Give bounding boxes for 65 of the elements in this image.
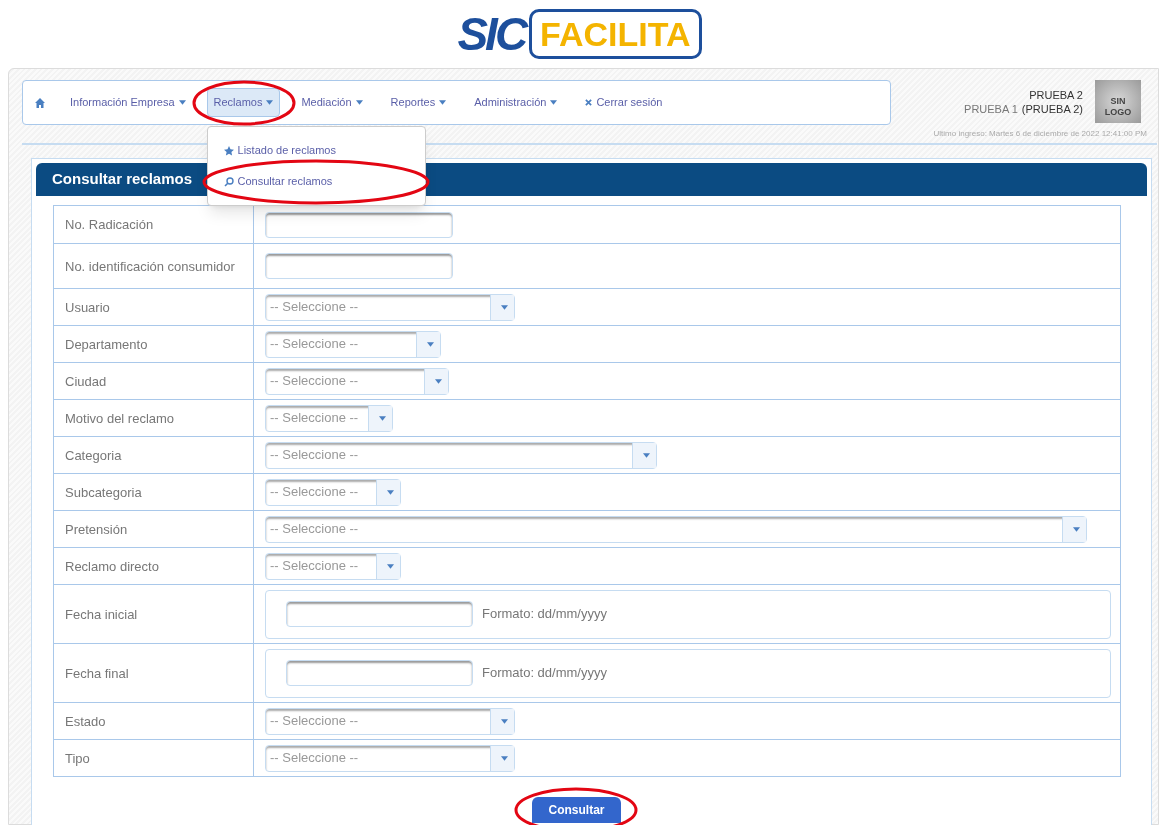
format-hint: Formato: dd/mm/yyyy [482,664,607,683]
caret-icon [501,718,508,724]
submit-button[interactable]: Consultar [532,797,621,823]
field-label: Pretensión [65,520,128,538]
select-field[interactable]: -- Seleccione -- [265,441,657,469]
nav-menu[interactable]: Administración [467,88,565,117]
format-hint: Formato: dd/mm/yyyy [482,605,607,624]
field-label: Fecha inicial [65,605,138,623]
select-field[interactable]: -- Seleccione -- [265,744,515,772]
caret-icon [550,100,558,105]
nav-menu[interactable]: Reclamos [206,88,281,117]
nav-menu[interactable]: Mediación [294,88,370,117]
menu-item[interactable]: Listado de reclamos [207,135,425,166]
logout-link[interactable]: Cerrar sesión [578,88,670,117]
caret-icon [501,304,508,310]
field-label: Reclamo directo [65,557,159,575]
card-title: Consultar reclamos [52,169,193,190]
search-icon [223,176,234,187]
select-field[interactable]: -- Seleccione -- [265,404,393,432]
field-label: Subcategoria [65,483,142,501]
caret-icon [501,755,508,761]
field-label: No. identificación consumidor [65,257,235,275]
field-label: Ciudad [65,372,107,390]
logo-text: FACILITA [529,9,702,59]
company-name: PRUEBA 1 [964,101,1018,116]
field-label: Departamento [65,335,148,353]
close-icon [585,99,593,106]
user-name: PRUEBA 2 [1029,87,1083,102]
date-field[interactable] [286,660,473,686]
star-icon [223,145,234,156]
caret-icon [643,452,650,458]
select-field[interactable]: -- Seleccione -- [265,330,441,358]
input-field[interactable] [265,253,453,279]
nav-menu[interactable]: Información Empresa [63,88,193,117]
select-field[interactable]: -- Seleccione -- [265,515,1087,543]
select-field[interactable]: -- Seleccione -- [265,367,449,395]
field-label: Estado [65,712,106,730]
caret-icon [379,415,386,421]
field-label: Categoria [65,446,122,464]
select-field[interactable]: -- Seleccione -- [265,552,401,580]
caret-icon [178,100,186,105]
nav-menu[interactable]: Reportes [383,88,454,117]
caret-icon [439,100,447,105]
caret-icon [435,378,442,384]
field-label: No. Radicación [65,216,154,233]
select-field[interactable]: -- Seleccione -- [265,293,515,321]
field-label: Tipo [65,749,90,767]
last-login-text: Ultimo ingreso: Martes 6 de diciembre de 2022 12:41:00 PM [933,128,1147,140]
date-field[interactable] [286,601,473,627]
logo-text: SIC [457,11,526,57]
field-label: Usuario [65,298,110,316]
select-field[interactable]: -- Seleccione -- [265,478,401,506]
caret-icon [266,100,274,105]
input-field[interactable] [265,211,453,238]
caret-icon [1073,526,1080,532]
caret-icon [355,100,363,105]
caret-icon [427,341,434,347]
caret-icon [387,489,394,495]
company-logo: SIN LOGO [1095,80,1141,123]
company-name: (PRUEBA 2) [1021,101,1083,116]
caret-icon [387,563,394,569]
field-label: Fecha final [65,664,129,682]
field-label: Motivo del reclamo [65,409,175,427]
home-icon[interactable] [35,97,45,108]
select-field[interactable]: -- Seleccione -- [265,707,515,735]
